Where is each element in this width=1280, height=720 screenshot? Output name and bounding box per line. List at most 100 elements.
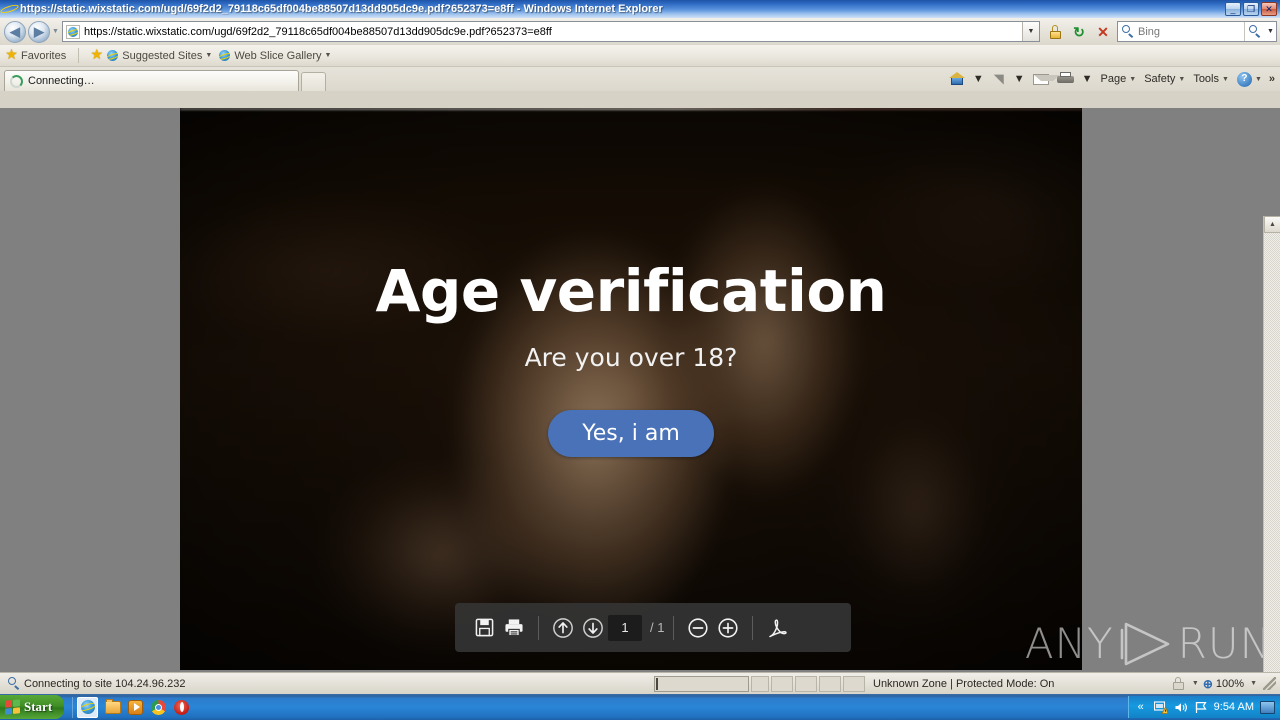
printer-icon bbox=[505, 619, 523, 637]
zoom-in-icon: ⊕ bbox=[1202, 676, 1213, 691]
taskbar-item-media-player[interactable] bbox=[127, 699, 144, 716]
mail-button[interactable] bbox=[1029, 69, 1060, 89]
refresh-button[interactable]: ↻ bbox=[1068, 21, 1090, 43]
current-page-input[interactable]: 1 bbox=[608, 614, 642, 641]
acrobat-logo-icon[interactable] bbox=[762, 613, 792, 643]
security-lock-icon[interactable] bbox=[1044, 21, 1066, 43]
chevron-down-icon: ▼ bbox=[1178, 75, 1186, 83]
zone-lock-icon bbox=[1172, 677, 1185, 690]
arrow-down-circle-icon bbox=[583, 617, 603, 638]
security-zone-label: Unknown Zone | Protected Mode: On bbox=[873, 677, 1055, 690]
clock[interactable]: 9:54 AM bbox=[1214, 701, 1254, 713]
chevron-down-icon: ▼ bbox=[324, 52, 332, 59]
print-button[interactable] bbox=[499, 613, 529, 643]
scroll-up-button[interactable]: ▲ bbox=[1264, 216, 1280, 233]
zone-caret[interactable]: ▼ bbox=[1192, 680, 1199, 687]
taskbar-item-folder[interactable] bbox=[104, 698, 121, 716]
zoom-control[interactable]: ⊕ 100% ▼ bbox=[1203, 677, 1257, 691]
print-caret[interactable]: ▼ bbox=[1078, 69, 1097, 89]
add-favorite-icon[interactable]: ★ bbox=[90, 47, 103, 62]
start-button[interactable]: Start bbox=[0, 695, 65, 719]
vertical-scrollbar[interactable]: ▲ ▼ bbox=[1263, 216, 1280, 672]
forward-button[interactable]: ▶ bbox=[28, 20, 50, 43]
title-bar: https://static.wixstatic.com/ugd/69f2d2_… bbox=[0, 0, 1280, 18]
search-icon bbox=[1248, 25, 1262, 38]
show-desktop-button[interactable] bbox=[1260, 700, 1275, 714]
zoom-level-label: 100% bbox=[1215, 677, 1245, 690]
anyrun-logo-icon bbox=[1120, 621, 1172, 667]
acrobat-icon bbox=[769, 618, 788, 637]
pdf-toolbar: 1 / 1 bbox=[455, 603, 851, 652]
new-tab-button[interactable] bbox=[301, 72, 326, 91]
close-button[interactable]: ✕ bbox=[1261, 2, 1277, 16]
previous-page-button[interactable] bbox=[548, 613, 578, 643]
suggested-sites-button[interactable]: Suggested Sites ▼ bbox=[106, 49, 212, 62]
network-warning-icon[interactable] bbox=[1153, 700, 1168, 714]
taskbar-item-opera[interactable] bbox=[173, 699, 190, 716]
zoom-out-button[interactable] bbox=[683, 613, 713, 643]
status-panel bbox=[751, 675, 769, 692]
page-title: Age verification bbox=[375, 256, 887, 325]
navigation-bar: ◀ ▶ ▼ https://static.wixstatic.com/ugd/6… bbox=[0, 18, 1280, 45]
zoom-in-button[interactable] bbox=[713, 613, 743, 643]
chevron-down-icon[interactable]: ▼ bbox=[1250, 680, 1257, 687]
next-page-button[interactable] bbox=[578, 613, 608, 643]
action-center-flag-icon[interactable] bbox=[1194, 700, 1208, 714]
search-icon bbox=[8, 677, 21, 690]
address-bar[interactable]: https://static.wixstatic.com/ugd/69f2d2_… bbox=[62, 21, 1040, 42]
overflow-button[interactable]: » bbox=[1266, 73, 1278, 85]
taskbar-item-chrome[interactable] bbox=[150, 699, 167, 716]
status-message: Connecting to site 104.24.96.232 bbox=[24, 677, 186, 690]
arrow-up-circle-icon bbox=[553, 617, 573, 638]
restore-button[interactable]: ❐ bbox=[1243, 2, 1259, 16]
browser-content: Age verification Are you over 18? Yes, i… bbox=[0, 108, 1280, 672]
tools-menu[interactable]: Tools ▼ bbox=[1189, 69, 1233, 89]
save-button[interactable] bbox=[469, 613, 499, 643]
page-favicon-icon bbox=[66, 24, 80, 39]
address-input[interactable]: https://static.wixstatic.com/ugd/69f2d2_… bbox=[84, 26, 1022, 38]
web-slice-gallery-button[interactable]: Web Slice Gallery ▼ bbox=[218, 49, 331, 62]
favorites-label: Favorites bbox=[21, 49, 67, 62]
safety-menu[interactable]: Safety ▼ bbox=[1140, 69, 1189, 89]
chevron-down-icon: ▼ bbox=[205, 52, 213, 59]
volume-icon[interactable] bbox=[1174, 700, 1188, 714]
address-dropdown-button[interactable]: ▼ bbox=[1022, 22, 1039, 41]
status-bar: Connecting to site 104.24.96.232 Unknown… bbox=[0, 672, 1280, 694]
resize-grip[interactable] bbox=[1263, 677, 1276, 690]
confirm-age-button[interactable]: Yes, i am bbox=[548, 410, 714, 458]
safety-menu-label: Safety bbox=[1144, 73, 1176, 85]
printer-icon bbox=[1056, 72, 1074, 86]
ie-logo-icon bbox=[218, 49, 231, 62]
search-go-button[interactable] bbox=[1244, 22, 1265, 41]
favorites-button[interactable]: Favorites bbox=[21, 50, 66, 62]
history-dropdown-caret[interactable]: ▼ bbox=[50, 21, 61, 43]
page-menu[interactable]: Page ▼ bbox=[1097, 69, 1141, 89]
minimize-button[interactable]: _ bbox=[1225, 2, 1241, 16]
search-input[interactable]: Bing bbox=[1138, 26, 1244, 38]
tab-connecting[interactable]: Connecting… bbox=[4, 70, 299, 91]
feeds-button[interactable]: ◥ bbox=[988, 69, 1010, 89]
plus-circle-icon bbox=[718, 617, 739, 638]
help-button[interactable]: ? ▼ bbox=[1233, 69, 1266, 89]
window-title: https://static.wixstatic.com/ugd/69f2d2_… bbox=[20, 3, 663, 15]
search-box[interactable]: Bing ▼ bbox=[1117, 21, 1277, 42]
taskbar-item-internet-explorer[interactable] bbox=[77, 696, 99, 718]
chevron-down-icon: ▼ bbox=[1222, 75, 1229, 83]
media-player-icon bbox=[128, 699, 144, 715]
home-button[interactable] bbox=[945, 69, 969, 89]
status-panel bbox=[771, 675, 793, 692]
save-icon bbox=[475, 618, 493, 637]
home-icon bbox=[948, 72, 965, 86]
divider bbox=[673, 615, 675, 640]
home-caret[interactable]: ▼ bbox=[969, 69, 988, 89]
search-provider-caret[interactable]: ▼ bbox=[1265, 28, 1276, 35]
feeds-caret[interactable]: ▼ bbox=[1010, 69, 1029, 89]
stop-button[interactable]: ✕ bbox=[1092, 21, 1114, 43]
quick-launch-bar bbox=[72, 696, 190, 718]
taskbar: Start « 9:54 AM bbox=[0, 694, 1280, 720]
pdf-page: Age verification Are you over 18? Yes, i… bbox=[180, 108, 1082, 670]
windows-flag-icon bbox=[5, 699, 20, 715]
tray-expand-chevron-icon[interactable]: « bbox=[1134, 700, 1148, 714]
back-button[interactable]: ◀ bbox=[4, 20, 26, 43]
total-pages-label: / 1 bbox=[650, 620, 665, 635]
